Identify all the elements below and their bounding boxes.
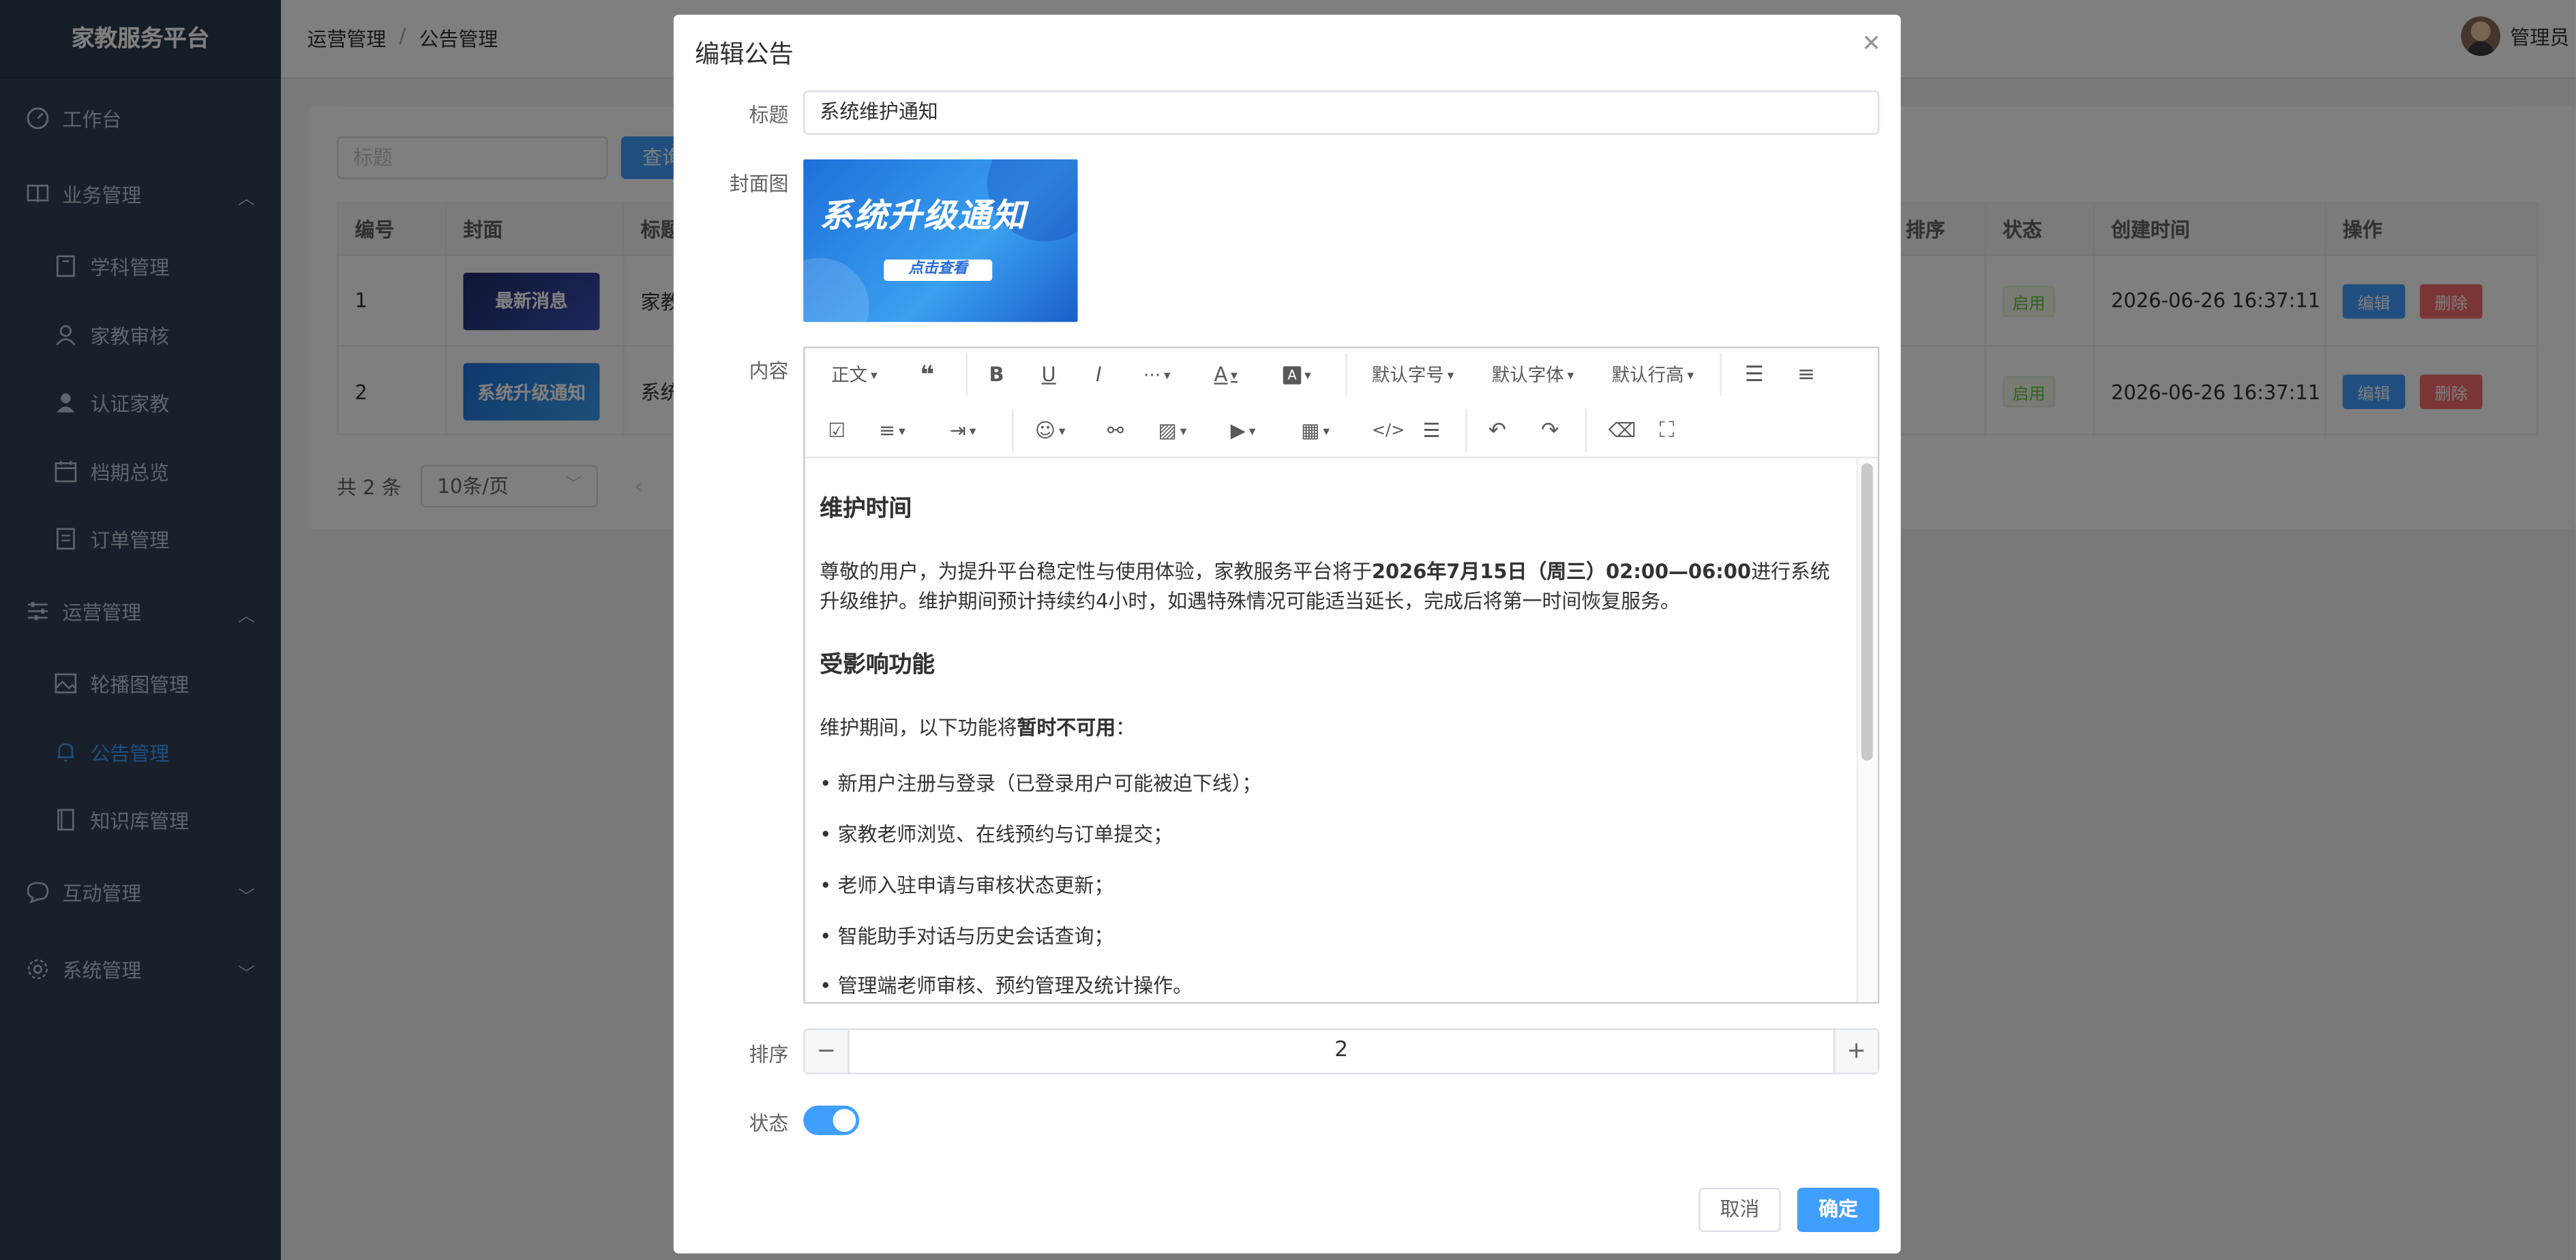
cancel-button[interactable]: 取消	[1698, 1187, 1781, 1233]
sort-stepper: − 2 +	[803, 1028, 1880, 1075]
title-input[interactable]: 系统维护通知	[803, 90, 1880, 135]
list-item: • 智能助手对话与历史会话查询；	[820, 925, 1114, 948]
list-item: • 家教老师浏览、在线预约与订单提交；	[820, 823, 1173, 846]
line-height-value: 默认行高	[1611, 364, 1684, 387]
table-icon[interactable]: ▦ ▾	[1301, 414, 1330, 447]
toolbar-divider	[1465, 408, 1467, 452]
list-item: • 新用户注册与登录（已登录用户可能被迫下线）；	[820, 772, 1262, 796]
bold-icon[interactable]: B	[989, 358, 1004, 391]
content-paragraph: 维护期间，以下功能将暂时不可用：	[820, 713, 1838, 742]
list-item-text: 家教老师浏览、在线预约与订单提交；	[837, 823, 1173, 846]
editor-content[interactable]: 维护时间 尊敬的用户，为提升平台稳定性与使用体验，家教服务平台将于2026年7月…	[805, 458, 1858, 1002]
list-item: • 老师入驻申请与审核状态更新；	[820, 873, 1114, 897]
paragraph-select[interactable]: 正文 ▾	[831, 358, 878, 391]
confirm-button[interactable]: 确定	[1797, 1187, 1880, 1233]
title-label: 标题	[749, 103, 789, 127]
close-icon[interactable]: ✕	[1861, 31, 1881, 58]
cover-image-upload[interactable]: 系统升级通知 点击查看	[803, 159, 1078, 322]
content-paragraph: 尊敬的用户，为提升平台稳定性与使用体验，家教服务平台将于2026年7月15日（周…	[820, 557, 1838, 616]
decrease-button[interactable]: −	[805, 1030, 850, 1073]
underline-icon[interactable]: U	[1042, 358, 1056, 391]
redo-icon[interactable]: ↷	[1541, 414, 1559, 447]
list-item-text: 智能助手对话与历史会话查询；	[837, 925, 1114, 948]
content-label: 内容	[749, 359, 789, 383]
font-size-value: 默认字号	[1371, 364, 1444, 387]
list-item-text: 管理端老师审核、预约管理及统计操作。	[837, 974, 1193, 997]
numbered-list-icon[interactable]: ≡	[1797, 358, 1815, 391]
fullscreen-icon[interactable]: ⛶	[1659, 414, 1674, 447]
bullet-list-icon[interactable]: ☰	[1745, 358, 1764, 391]
video-icon[interactable]: ▶ ▾	[1231, 414, 1256, 447]
paragraph-value: 正文	[831, 364, 868, 387]
sort-input[interactable]: 2	[850, 1030, 1833, 1073]
more-label: ···	[1143, 363, 1161, 386]
italic-icon[interactable]: I	[1096, 358, 1102, 391]
more-styles-button[interactable]: ··· ▾	[1143, 358, 1171, 391]
status-label: 状态	[749, 1112, 789, 1135]
link-icon[interactable]: ⚯	[1107, 414, 1124, 447]
sort-label: 排序	[749, 1042, 789, 1066]
content-heading: 受影响功能	[820, 652, 935, 679]
todo-icon[interactable]: ☑	[828, 414, 845, 447]
toolbar-divider	[1720, 353, 1722, 396]
content-heading: 维护时间	[820, 496, 912, 523]
text-bold: 2026年7月15日（周三）02:00—06:00	[1371, 560, 1752, 584]
toolbar-divider	[1585, 408, 1587, 452]
line-height-select[interactable]: 默认行高 ▾	[1612, 358, 1694, 391]
font-family-select[interactable]: 默认字体 ▾	[1492, 358, 1574, 391]
image-icon[interactable]: ▨ ▾	[1158, 414, 1187, 447]
background-color-icon[interactable]: A ▾	[1283, 358, 1311, 391]
align-icon[interactable]: ≡ ▾	[879, 414, 905, 447]
cover-cta: 点击查看	[884, 259, 993, 282]
clear-format-icon[interactable]: ⌫	[1608, 414, 1636, 447]
text-span: 尊敬的用户，为提升平台稳定性与使用体验，家教服务平台将于	[820, 560, 1372, 584]
divider-icon[interactable]: ☰	[1423, 414, 1441, 447]
editor-toolbar: 正文 ▾ ❝ B U I ··· ▾ A ▾ A ▾ 默认字号 ▾ 默认字体 ▾ 默认行高 ▾…	[805, 348, 1878, 459]
font-family-value: 默认字体	[1491, 364, 1564, 387]
indent-icon[interactable]: ⇥ ▾	[950, 414, 976, 447]
list-item: • 管理端老师审核、预约管理及统计操作。	[820, 974, 1193, 997]
emoji-icon[interactable]: ☺ ▾	[1035, 414, 1066, 447]
cover-headline: 系统升级通知	[820, 195, 1027, 235]
toggle-knob	[833, 1109, 856, 1132]
edit-announcement-dialog: 编辑公告 ✕ 标题 系统维护通知 封面图 系统升级通知 点击查看 内容 正文 ▾ …	[673, 14, 1901, 1254]
increase-button[interactable]: +	[1833, 1030, 1878, 1073]
font-color-icon[interactable]: A ▾	[1214, 358, 1238, 391]
list-item-text: 老师入驻申请与审核状态更新；	[837, 873, 1114, 897]
font-size-select[interactable]: 默认字号 ▾	[1372, 358, 1454, 391]
quote-icon[interactable]: ❝	[920, 358, 934, 391]
toolbar-divider	[1345, 353, 1347, 396]
undo-icon[interactable]: ↶	[1488, 414, 1506, 447]
text-span: 维护期间，以下功能将	[820, 716, 1017, 740]
editor-scrollbar[interactable]	[1861, 463, 1873, 761]
rich-text-editor: 正文 ▾ ❝ B U I ··· ▾ A ▾ A ▾ 默认字号 ▾ 默认字体 ▾ 默认行高 ▾…	[803, 346, 1880, 1004]
toolbar-divider	[965, 353, 968, 396]
cover-label: 封面图	[729, 172, 789, 196]
text-span: ：	[1115, 716, 1136, 740]
list-item-text: 新用户注册与登录（已登录用户可能被迫下线）；	[837, 772, 1262, 796]
status-toggle[interactable]	[803, 1105, 860, 1135]
code-icon[interactable]: </>	[1372, 414, 1405, 447]
dialog-title: 编辑公告	[695, 39, 794, 70]
toolbar-divider	[1012, 408, 1014, 452]
text-bold: 暂时不可用	[1017, 716, 1116, 740]
